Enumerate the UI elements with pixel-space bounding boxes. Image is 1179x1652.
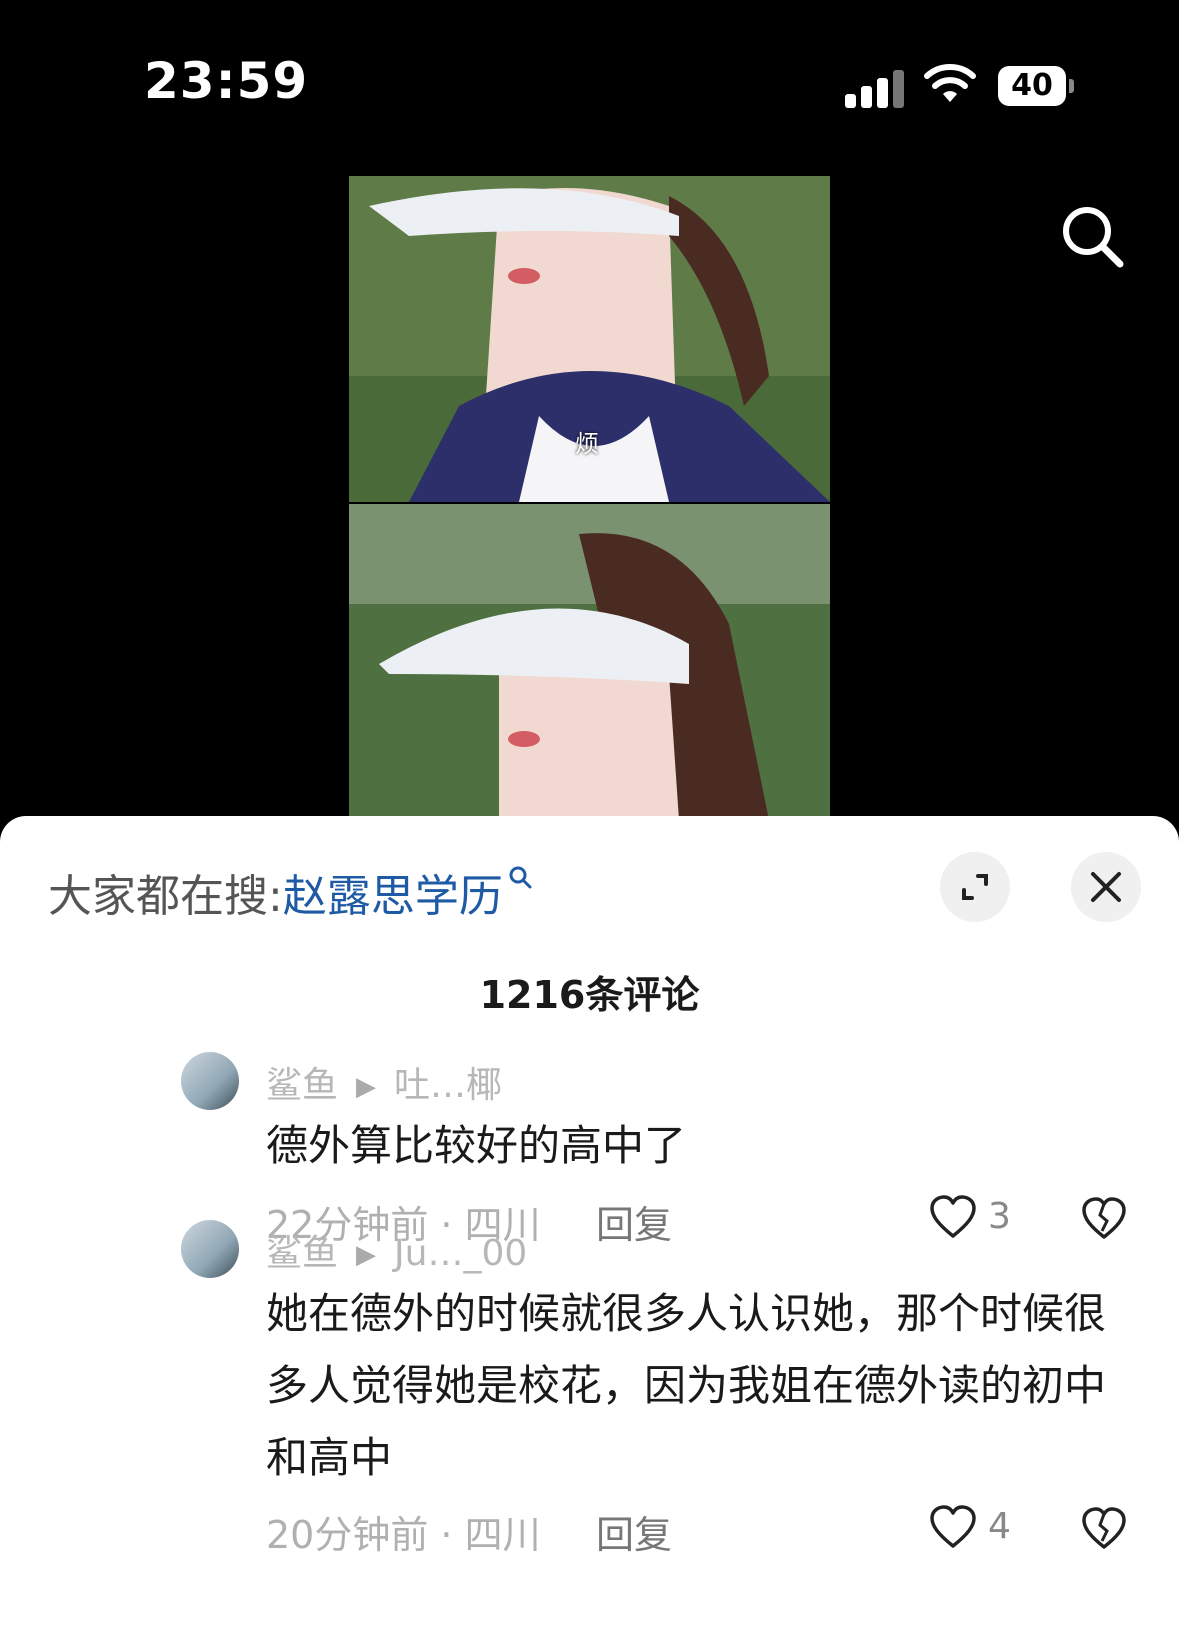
- video-subtitle: 烦: [575, 430, 599, 458]
- trending-search-term[interactable]: 赵露思学历: [283, 871, 503, 922]
- comment-time-location: 20分钟前 · 四川: [266, 1513, 541, 1557]
- comment-text: 德外算比较好的高中了: [266, 1121, 687, 1170]
- avatar[interactable]: [181, 1220, 239, 1278]
- comment-reply-to[interactable]: Ju…_00: [394, 1233, 527, 1274]
- wifi-icon: [924, 64, 976, 102]
- comment-author-line: 鲨鱼 ▶ 吐…椰: [266, 1056, 502, 1108]
- like-button[interactable]: 3: [928, 1194, 1028, 1244]
- expand-icon: [962, 874, 988, 900]
- video-frame-bottom: [349, 504, 830, 820]
- like-count: 3: [988, 1196, 1011, 1237]
- reply-arrow-icon: ▶: [356, 1240, 377, 1270]
- broken-heart-icon[interactable]: [1080, 1195, 1128, 1243]
- reply-arrow-icon: ▶: [356, 1072, 377, 1102]
- battery-level: 40: [998, 66, 1066, 106]
- status-bar: 23:59 40: [0, 0, 1179, 150]
- like-count: 4: [988, 1506, 1011, 1547]
- heart-icon: [930, 1195, 976, 1238]
- heart-icon: [930, 1505, 976, 1548]
- comment-reply-to[interactable]: 吐…椰: [394, 1065, 502, 1106]
- expand-button[interactable]: [940, 852, 1010, 922]
- comment-author[interactable]: 鲨鱼: [266, 1065, 338, 1106]
- battery-icon: 40: [998, 66, 1074, 106]
- comment-author[interactable]: 鲨鱼: [266, 1233, 338, 1274]
- reply-button[interactable]: 回复: [596, 1194, 672, 1249]
- comments-sheet: 大家都在搜:赵露思学历 1216条评论 鲨鱼 ▶ 吐…椰 德外算比较好的高中了 22…: [0, 816, 1179, 1652]
- avatar[interactable]: [181, 1052, 239, 1110]
- like-button[interactable]: 4: [928, 1504, 1028, 1554]
- status-time: 23:59: [144, 52, 309, 110]
- close-icon: [1091, 872, 1121, 902]
- trending-search-label: 大家都在搜:: [48, 871, 283, 922]
- comment-count: 1216条评论: [479, 973, 700, 1017]
- broken-heart-icon[interactable]: [1080, 1505, 1128, 1553]
- reply-button[interactable]: 回复: [596, 1504, 672, 1559]
- trending-search-hint[interactable]: 大家都在搜:赵露思学历: [48, 860, 533, 924]
- search-small-icon: [509, 866, 532, 889]
- close-button[interactable]: [1071, 852, 1141, 922]
- search-icon[interactable]: [1058, 202, 1128, 272]
- comment-text: 她在德外的时候就很多人认识她，那个时候很多人觉得她是校花，因为我姐在德外读的初中…: [266, 1289, 1107, 1482]
- comment-author-line: 鲨鱼 ▶ Ju…_00: [266, 1224, 527, 1276]
- cellular-signal-icon: [845, 68, 905, 108]
- comment-footer: 20分钟前 · 四川 回复: [266, 1504, 672, 1559]
